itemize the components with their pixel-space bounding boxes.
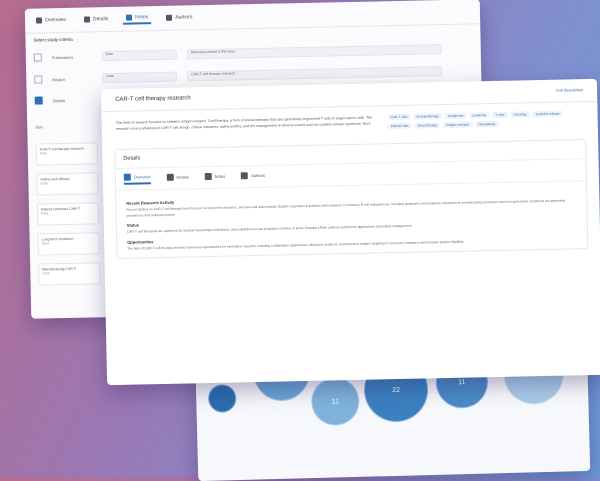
tag[interactable]: Immunotherapy: [413, 113, 442, 120]
list-item[interactable]: Safety and efficacy Date: [36, 172, 99, 196]
bubble[interactable]: 11: [310, 376, 360, 427]
tag[interactable]: Gene therapy: [414, 122, 441, 129]
more-link[interactable]: More: [363, 122, 371, 126]
filter-text-field[interactable]: Relevant content in the area: [186, 44, 442, 60]
list-item[interactable]: Manufacturing CAR-T Date: [38, 262, 101, 286]
list-item[interactable]: Patient outcomes CAR-T Date: [36, 202, 100, 226]
back-tab-notes[interactable]: Notes: [123, 12, 152, 25]
filter-checkbox[interactable]: [33, 53, 42, 62]
tag[interactable]: CAR-T cells: [387, 113, 411, 121]
tag[interactable]: Hematology: [475, 120, 499, 128]
tab-overview[interactable]: Overview: [123, 173, 151, 185]
tag[interactable]: Oncology: [510, 111, 530, 118]
filter-label: Publications: [51, 54, 74, 60]
user-icon: [166, 14, 173, 21]
list-item[interactable]: Long-term remission Date: [37, 232, 100, 256]
tab-authors[interactable]: Authors: [241, 171, 265, 182]
details-body: Recent Research Activity Recent studies …: [116, 181, 587, 258]
tag[interactable]: Cytokine release: [532, 110, 563, 118]
tab-notes[interactable]: Notes: [204, 172, 226, 183]
back-tab-authors[interactable]: Authors: [163, 11, 195, 24]
filter-text-field[interactable]: CAR-T cell therapy research: [187, 66, 443, 82]
overview-icon: [35, 17, 43, 24]
tag[interactable]: Lymphoma: [444, 112, 467, 120]
details-checkbox[interactable]: [34, 96, 43, 105]
bubble[interactable]: [207, 384, 237, 413]
tag[interactable]: Clinical trials: [387, 122, 412, 130]
filter-select[interactable]: Date: [102, 71, 178, 84]
details-checkbox-label: Details: [52, 97, 66, 103]
list-item[interactable]: CAR-T cell therapy research Date: [35, 142, 99, 166]
tag[interactable]: T cells: [492, 111, 508, 119]
filter-select[interactable]: Date: [101, 49, 177, 62]
tab-details[interactable]: Details: [166, 172, 189, 183]
user-icon: [241, 172, 249, 180]
tag[interactable]: Leukemia: [469, 112, 490, 119]
notes-icon: [204, 172, 212, 181]
description-text: This field of research focuses on chimer…: [115, 115, 373, 131]
full-description-link[interactable]: Full description: [556, 87, 583, 94]
details-icon: [166, 173, 174, 181]
back-tab-overview[interactable]: Overview: [33, 14, 69, 27]
overview-icon: [123, 173, 131, 181]
page-title: CAR-T cell therapy research: [115, 95, 191, 103]
front-window: CAR-T cell therapy research Full descrip…: [100, 78, 600, 386]
notes-icon: [126, 14, 133, 21]
tag-list: CAR-T cells Immunotherapy Lymphoma Leuke…: [387, 110, 584, 130]
details-icon: [83, 16, 90, 23]
details-panel: Details Overview Details Notes Authors R…: [114, 139, 589, 260]
filter-checkbox[interactable]: [34, 75, 43, 84]
filter-label: Region: [52, 76, 66, 82]
tag[interactable]: Antigen receptor: [442, 121, 473, 129]
back-tab-details[interactable]: Details: [81, 13, 112, 26]
